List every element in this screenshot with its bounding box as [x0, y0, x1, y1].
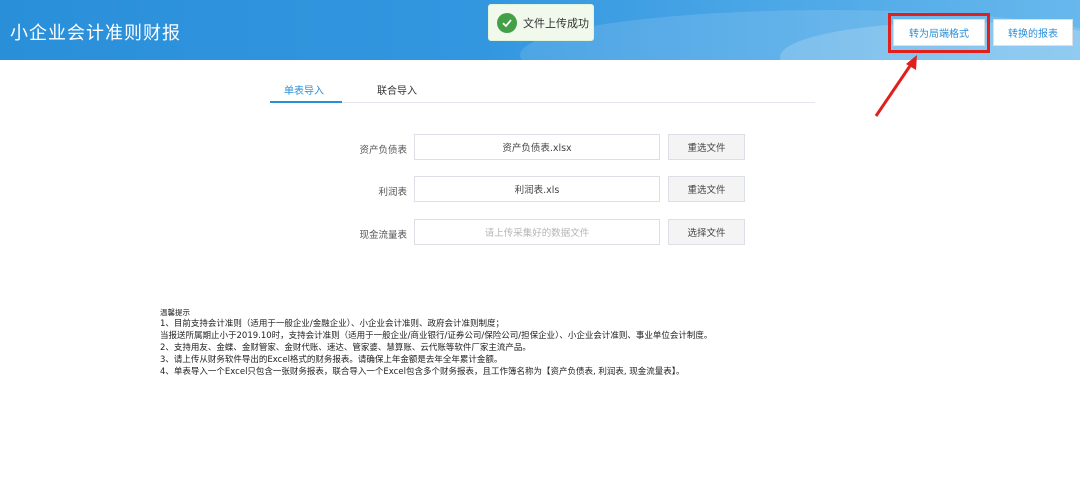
reselect-balance-sheet-button[interactable]: 重选文件 [668, 134, 745, 160]
income-statement-file-field[interactable]: 利润表.xls [414, 176, 660, 202]
income-statement-label: 利润表 [378, 187, 407, 198]
tips-heading: 温馨提示 [160, 308, 190, 317]
tip-line: 4、单表导入一个Excel只包含一张财务报表，联合导入一个Excel包含多个财务… [160, 367, 685, 377]
success-toast: 文件上传成功 [488, 4, 594, 41]
tip-line: 3、请上传从财务软件导出的Excel格式的财务报表。请确保上年金额是去年全年累计… [160, 355, 503, 365]
tips-section: 温馨提示 1、目前支持会计准则（适用于一般企业/金融企业）、小企业会计准则、政府… [160, 308, 712, 378]
select-cash-flow-button[interactable]: 选择文件 [668, 219, 745, 245]
tip-line: 2、支持用友、金蝶、金财管家、金财代账、速达、管家婆、慧算账、云代账等软件厂家主… [160, 343, 531, 353]
balance-sheet-label: 资产负债表 [359, 145, 407, 156]
tip-line: 1、目前支持会计准则（适用于一般企业/金融企业）、小企业会计准则、政府会计准则制… [160, 319, 505, 329]
check-circle-icon [497, 12, 517, 33]
import-tabs: 单表导入 联合导入 [270, 80, 815, 103]
converted-reports-button[interactable]: 转换的报表 [993, 19, 1073, 46]
tab-single-import[interactable]: 单表导入 [284, 82, 324, 97]
tab-combined-import[interactable]: 联合导入 [377, 82, 417, 97]
tip-line: 当报送所属期止小于2019.10时，支持会计准则（适用于一般企业/商业银行/证券… [160, 331, 713, 341]
annotation-highlight-box [888, 13, 990, 53]
reselect-income-statement-button[interactable]: 重选文件 [668, 176, 745, 202]
balance-sheet-file-field[interactable]: 资产负债表.xlsx [414, 134, 660, 160]
active-tab-indicator [270, 101, 342, 103]
cash-flow-file-field[interactable]: 请上传采集好的数据文件 [414, 219, 660, 245]
cash-flow-label: 现金流量表 [359, 230, 407, 241]
toast-message: 文件上传成功 [523, 16, 589, 30]
annotation-arrow-icon [874, 55, 917, 117]
app-title: 小企业会计准则财报 [10, 23, 181, 44]
